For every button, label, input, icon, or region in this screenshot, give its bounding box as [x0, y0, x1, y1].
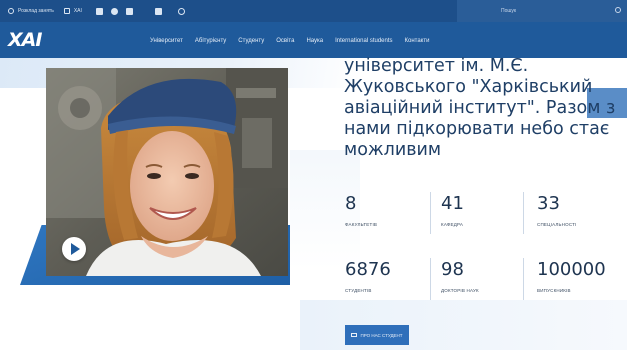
divider	[430, 192, 431, 234]
divider	[523, 192, 524, 234]
stat-label: СТУДЕНТІВ	[345, 288, 372, 293]
schedule-label: Розклад занять	[18, 8, 54, 14]
cta-label: ПРО НАС СТУДЕНТ	[360, 332, 403, 338]
top-utility-bar: Розклад занять XAI Пошук	[0, 0, 627, 22]
divider	[430, 258, 431, 300]
mail-link[interactable]: XAI	[63, 8, 82, 14]
stat-specialties: 33 СПЕЦІАЛЬНОСТІ	[537, 193, 577, 228]
search-input[interactable]: Пошук	[501, 8, 516, 14]
mail-label: XAI	[73, 8, 82, 14]
stat-label: ВИПУСКНИКІВ	[537, 288, 571, 293]
calendar-icon[interactable]	[154, 7, 162, 15]
stat-value: 41	[441, 193, 464, 214]
stat-students: 6876 СТУДЕНТІВ	[345, 259, 391, 294]
main-navbar: XAI Університет Абітурієнту Студенту Осв…	[0, 22, 627, 58]
stat-doctors: 98 ДОКТОРІВ НАУК	[441, 259, 479, 294]
facebook-icon[interactable]	[110, 7, 118, 15]
clock-icon	[8, 8, 14, 14]
stat-value: 8	[345, 193, 357, 214]
main-menu: Університет Абітурієнту Студенту Освіта …	[150, 38, 429, 44]
play-video-button[interactable]	[62, 237, 86, 261]
menu-item-university[interactable]: Університет	[150, 38, 183, 44]
page: Розклад занять XAI Пошук XAI Університет…	[0, 0, 627, 350]
stat-label: ДОКТОРІВ НАУК	[441, 288, 479, 293]
youtube-icon[interactable]	[125, 7, 133, 15]
search-icon[interactable]	[615, 7, 621, 13]
stat-value: 100000	[537, 259, 606, 280]
mail-icon	[63, 8, 70, 14]
linkedin-icon[interactable]	[95, 7, 103, 15]
stat-value: 6876	[345, 259, 391, 280]
menu-item-contacts[interactable]: Контакти	[405, 38, 430, 44]
play-icon	[71, 243, 80, 255]
site-logo[interactable]: XAI	[8, 29, 42, 51]
stat-label: КАФЕДРА	[441, 222, 464, 227]
stat-faculties: 8 ФАКУЛЬТЕТІВ	[345, 193, 378, 228]
stat-departments: 41 КАФЕДРА	[441, 193, 464, 228]
social-links	[95, 7, 185, 15]
stat-value: 98	[441, 259, 464, 280]
divider	[523, 258, 524, 300]
menu-item-science[interactable]: Наука	[306, 38, 323, 44]
menu-item-international[interactable]: International students	[335, 38, 392, 44]
stat-label: ФАКУЛЬТЕТІВ	[345, 222, 378, 227]
globe-icon[interactable]	[177, 7, 185, 15]
stat-label: СПЕЦІАЛЬНОСТІ	[537, 222, 577, 227]
menu-item-education[interactable]: Освіта	[276, 38, 294, 44]
hero-headline: університет ім. М.Є. Жуковського "Харків…	[344, 56, 616, 160]
menu-item-students[interactable]: Студенту	[238, 38, 264, 44]
search-field[interactable]: Пошук	[457, 0, 627, 22]
cta-icon	[351, 333, 358, 337]
cta-button[interactable]: ПРО НАС СТУДЕНТ	[345, 325, 409, 345]
stat-graduates: 100000 ВИПУСКНИКІВ	[537, 259, 606, 294]
stat-value: 33	[537, 193, 560, 214]
menu-item-applicants[interactable]: Абітурієнту	[195, 38, 226, 44]
schedule-link[interactable]: Розклад занять	[8, 8, 54, 14]
